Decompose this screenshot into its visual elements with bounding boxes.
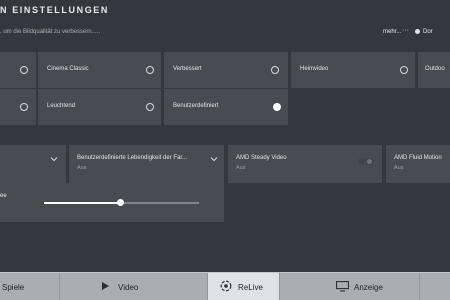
slider-thumb[interactable] bbox=[117, 199, 124, 206]
relive-icon bbox=[220, 280, 232, 292]
option-tile-steady-video[interactable]: AMD Steady Video Aus bbox=[228, 145, 382, 183]
preset-tile-verbessert[interactable]: Verbessert bbox=[164, 52, 288, 88]
preset-tile-5[interactable] bbox=[0, 89, 36, 125]
preset-radio[interactable] bbox=[146, 66, 154, 74]
preset-label: Leuchtend bbox=[47, 103, 76, 109]
tab-more[interactable] bbox=[420, 273, 450, 300]
option-label: AMD Fluid Motion bbox=[394, 155, 442, 161]
option-label: Benutzerdefinierte Lebendigkeit der Far.… bbox=[77, 155, 188, 161]
option-label: AMD Steady Video bbox=[236, 155, 287, 161]
play-icon bbox=[102, 282, 109, 290]
option-tile-0[interactable] bbox=[0, 145, 66, 183]
preset-tile-heimvideo[interactable]: Heimvideo bbox=[291, 52, 415, 88]
more-link[interactable]: mehr... bbox=[383, 29, 401, 35]
preset-label: Heimvideo bbox=[300, 66, 329, 72]
preset-radio[interactable] bbox=[20, 103, 28, 111]
page-subtitle: , um die Bildqualität zu verbessern..... bbox=[0, 29, 101, 35]
chevron-down-icon[interactable] bbox=[50, 155, 58, 163]
bottom-nav: Spiele Video ReLive Anzeige bbox=[0, 272, 450, 300]
slider-track[interactable] bbox=[120, 202, 199, 204]
steady-video-toggle[interactable] bbox=[358, 158, 374, 165]
preset-tile-cinema-classic[interactable]: Cinema Classic bbox=[38, 52, 161, 88]
preset-tile-outdoor[interactable]: Outdoo bbox=[418, 52, 450, 88]
toggle-knob bbox=[367, 159, 372, 164]
preset-tile-0[interactable] bbox=[0, 52, 36, 88]
option-value: Aus bbox=[77, 165, 87, 171]
slider-label: ee bbox=[0, 193, 7, 199]
preset-label: Outdoo bbox=[425, 66, 445, 72]
option-tile-fluid-motion[interactable]: AMD Fluid Motion Aus bbox=[386, 145, 450, 183]
tab-label: Video bbox=[118, 283, 139, 292]
option-value: Aus bbox=[236, 165, 246, 171]
preset-radio-selected[interactable] bbox=[273, 103, 281, 111]
preset-label: Verbessert bbox=[173, 66, 202, 72]
tab-relive[interactable]: ReLive bbox=[208, 273, 280, 300]
preset-radio[interactable] bbox=[146, 103, 154, 111]
tab-spiele[interactable]: Spiele bbox=[0, 273, 60, 300]
option-value: Aus bbox=[394, 165, 404, 171]
monitor-icon bbox=[336, 281, 349, 292]
tab-label: Spiele bbox=[2, 283, 25, 292]
more-dots-icon[interactable]: ··· bbox=[402, 27, 409, 34]
slider-track-fill[interactable] bbox=[44, 202, 120, 204]
preset-radio[interactable] bbox=[400, 66, 408, 74]
slider-panel: ee bbox=[0, 183, 224, 222]
tab-video[interactable]: Video bbox=[60, 273, 208, 300]
tab-anzeige[interactable]: Anzeige bbox=[280, 273, 420, 300]
preset-tile-leuchtend[interactable]: Leuchtend bbox=[38, 89, 161, 125]
tab-label: Anzeige bbox=[354, 283, 383, 292]
tab-label: ReLive bbox=[238, 283, 263, 292]
preset-label: Benutzerdefiniert bbox=[173, 103, 219, 109]
chevron-down-icon[interactable] bbox=[210, 155, 218, 163]
preset-radio[interactable] bbox=[20, 66, 28, 74]
option-tile-lebendigkeit[interactable]: Benutzerdefinierte Lebendigkeit der Far.… bbox=[69, 145, 224, 183]
download-label[interactable]: Dor bbox=[423, 29, 433, 35]
preset-label: Cinema Classic bbox=[47, 66, 89, 72]
preset-tile-benutzerdefiniert[interactable]: Benutzerdefiniert bbox=[164, 89, 288, 125]
preset-radio[interactable] bbox=[271, 66, 279, 74]
page-title: N EINSTELLUNGEN bbox=[0, 5, 110, 15]
download-icon[interactable] bbox=[415, 29, 420, 34]
